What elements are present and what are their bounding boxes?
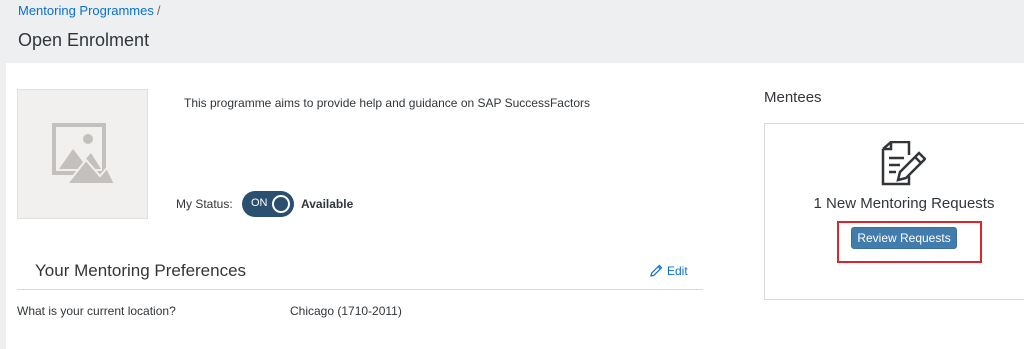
new-requests-count: 1 New Mentoring Requests [813,195,995,212]
edit-label: Edit [667,264,688,278]
preferences-title: Your Mentoring Preferences [35,261,247,280]
review-requests-button[interactable]: Review Requests [851,227,957,249]
toggle-text: ON [251,197,268,209]
preference-question: What is your current location? [17,304,176,318]
divider [17,289,703,290]
status-label: My Status: [176,197,233,211]
mentees-card: 1 New Mentoring Requests Review Requests [764,123,1024,300]
breadcrumb: Mentoring Programmes / [18,3,160,18]
preference-answer: Chicago (1710-2011) [290,304,402,318]
programme-description: This programme aims to provide help and … [184,96,590,110]
mentees-title: Mentees [764,89,822,106]
page-header: Mentoring Programmes / Open Enrolment [0,0,1024,62]
toggle-knob [272,195,290,213]
page-title: Open Enrolment [18,30,150,50]
breadcrumb-separator: / [156,3,161,18]
image-placeholder-icon [52,123,117,185]
pencil-icon [650,264,663,277]
status-toggle[interactable]: ON [242,191,294,217]
breadcrumb-link-mentoring-programmes[interactable]: Mentoring Programmes [18,3,154,18]
document-edit-icon [881,141,926,186]
availability-status: Available [301,197,354,211]
programme-image [17,89,148,219]
edit-preferences-link[interactable]: Edit [650,264,688,278]
